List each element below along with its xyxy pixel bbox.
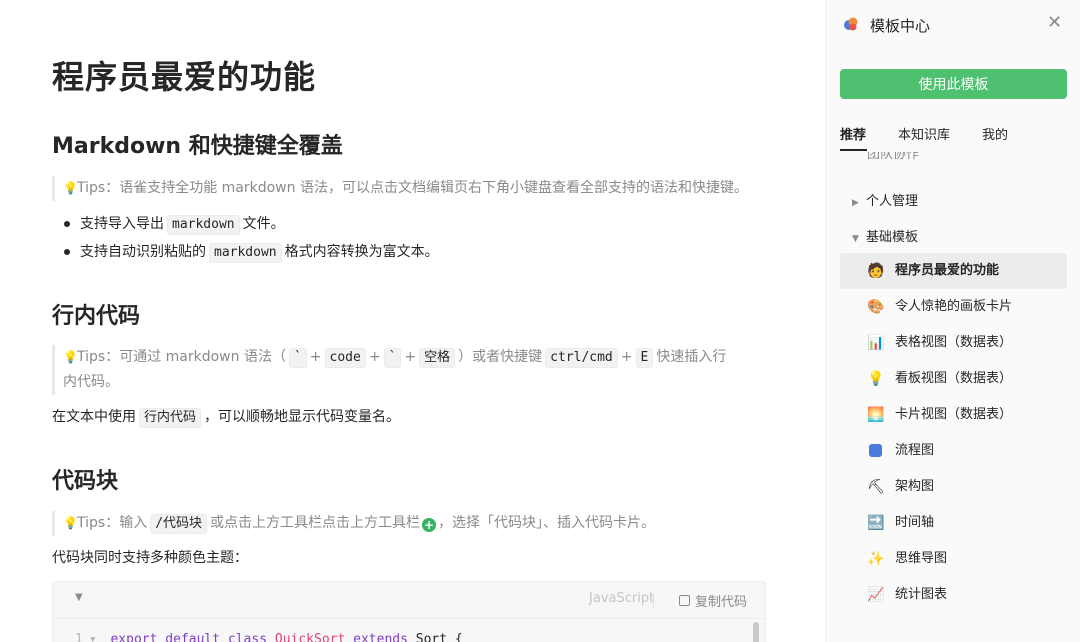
lightbulb-icon: 💡 <box>63 516 78 530</box>
page-title: 程序员最爱的功能 <box>52 58 317 96</box>
close-icon[interactable]: ✕ <box>1047 12 1062 33</box>
chevron-right-icon: ▶ <box>852 198 859 208</box>
template-item-card-view[interactable]: 🌅 卡片视图（数据表） <box>840 397 1067 433</box>
template-item-mindmap[interactable]: ✨ 思维导图 <box>840 541 1067 577</box>
tab-this-library[interactable]: 本知识库 <box>898 124 950 143</box>
heading-markdown: Markdown 和快捷键全覆盖 <box>52 134 343 159</box>
picture-icon: 🌅 <box>867 407 885 423</box>
soon-arrow-icon: 🔜 <box>867 515 885 531</box>
line-chart-icon: 📈 <box>867 587 885 603</box>
tab-mine[interactable]: 我的 <box>982 124 1008 143</box>
bullet-dot <box>64 249 70 255</box>
chevron-down-icon: ▼ <box>852 234 859 244</box>
architecture-icon: ⛏ <box>867 479 885 495</box>
code-line[interactable]: 1 ▾ export default class QuickSort extend… <box>75 632 463 642</box>
active-tab-indicator <box>840 149 867 151</box>
lightbulb-icon: 💡 <box>63 181 78 195</box>
flow-icon <box>867 433 883 469</box>
divider <box>653 594 654 608</box>
code-block: ▼ JavaScript 复制代码 1 ▾ export default clas… <box>52 581 766 642</box>
template-item-programmer-features[interactable]: 🧑 程序员最爱的功能 <box>840 253 1067 289</box>
template-item-flowchart[interactable]: 流程图 <box>840 433 1067 469</box>
line-number: 1 <box>75 632 83 642</box>
palette-icon: 🎨 <box>867 299 885 315</box>
bullet-list: 支持导入导出 markdown 文件。 支持自动识别粘贴的 markdown 格式内容转… <box>62 210 439 266</box>
copy-code-button[interactable]: 复制代码 <box>679 591 747 610</box>
template-center-logo-icon <box>844 17 858 31</box>
inline-code: 行内代码 <box>139 408 202 428</box>
group-personal-management[interactable]: ▶ 个人管理 <box>852 190 918 209</box>
paragraph-inline-code: 在文本中使用 行内代码 ，可以顺畅地显示代码变量名。 <box>52 405 400 429</box>
template-center-panel: 模板中心 ✕ 使用此模板 推荐 本知识库 我的 团队协作 ▶ 个人管理 ▼ 基础模板… <box>825 0 1080 642</box>
fold-arrow-icon[interactable]: ▾ <box>89 632 97 642</box>
bullet-dot <box>64 221 70 227</box>
template-item-whiteboard-cards[interactable]: 🎨 令人惊艳的画板卡片 <box>840 289 1067 325</box>
programmer-face-icon: 🧑 <box>867 263 885 279</box>
template-item-kanban-view[interactable]: 💡 看板视图（数据表） <box>840 361 1067 397</box>
lightbulb-icon: 💡 <box>63 350 78 364</box>
inline-code: markdown <box>209 243 282 263</box>
bar-chart-icon: 📊 <box>867 335 885 351</box>
collapse-toggle-icon[interactable]: ▼ <box>75 592 83 603</box>
copy-icon <box>679 595 690 606</box>
template-item-table-view[interactable]: 📊 表格视图（数据表） <box>840 325 1067 361</box>
tip-inline-code: 💡Tips：可通过 markdown 语法（ ` + code + ` + 空格 ）或者快捷键 c… <box>52 345 775 395</box>
group-team-collab-cut[interactable]: 团队协作 <box>867 152 919 162</box>
panel-title: 模板中心 <box>870 17 931 35</box>
lightbulb-icon: 💡 <box>867 371 885 387</box>
document-area: 程序员最爱的功能 Markdown 和快捷键全覆盖 💡Tips：语雀支持全功能 … <box>0 0 825 642</box>
code-language-selector[interactable]: JavaScript <box>589 591 654 606</box>
paragraph-code-themes: 代码块同时支持多种颜色主题： <box>52 550 248 566</box>
inline-code: markdown <box>167 215 240 235</box>
list-item: 支持导入导出 markdown 文件。 <box>62 210 439 238</box>
heading-code-block: 代码块 <box>52 469 119 494</box>
code-scrollbar[interactable] <box>753 622 759 642</box>
template-item-stat-chart[interactable]: 📈 统计图表 <box>840 577 1067 613</box>
heading-inline-code: 行内代码 <box>52 304 141 329</box>
group-basic-templates[interactable]: ▼ 基础模板 <box>852 226 918 245</box>
template-item-timeline[interactable]: 🔜 时间轴 <box>840 505 1067 541</box>
plus-circle-icon: + <box>422 518 437 532</box>
tab-recommended[interactable]: 推荐 <box>840 124 866 143</box>
tip-markdown: 💡Tips：语雀支持全功能 markdown 语法，可以点击文档编辑页右下角小键… <box>52 176 775 201</box>
list-item: 支持自动识别粘贴的 markdown 格式内容转换为富文本。 <box>62 238 439 266</box>
sparkles-icon: ✨ <box>867 551 885 567</box>
template-item-architecture[interactable]: ⛏ 架构图 <box>840 469 1067 505</box>
use-template-button[interactable]: 使用此模板 <box>840 69 1067 99</box>
divider <box>53 618 765 619</box>
tip-code-block: 💡Tips：输入/代码块 或点击上方工具栏点击上方工具栏 + ，选择「代码块」、插入代… <box>52 511 775 536</box>
